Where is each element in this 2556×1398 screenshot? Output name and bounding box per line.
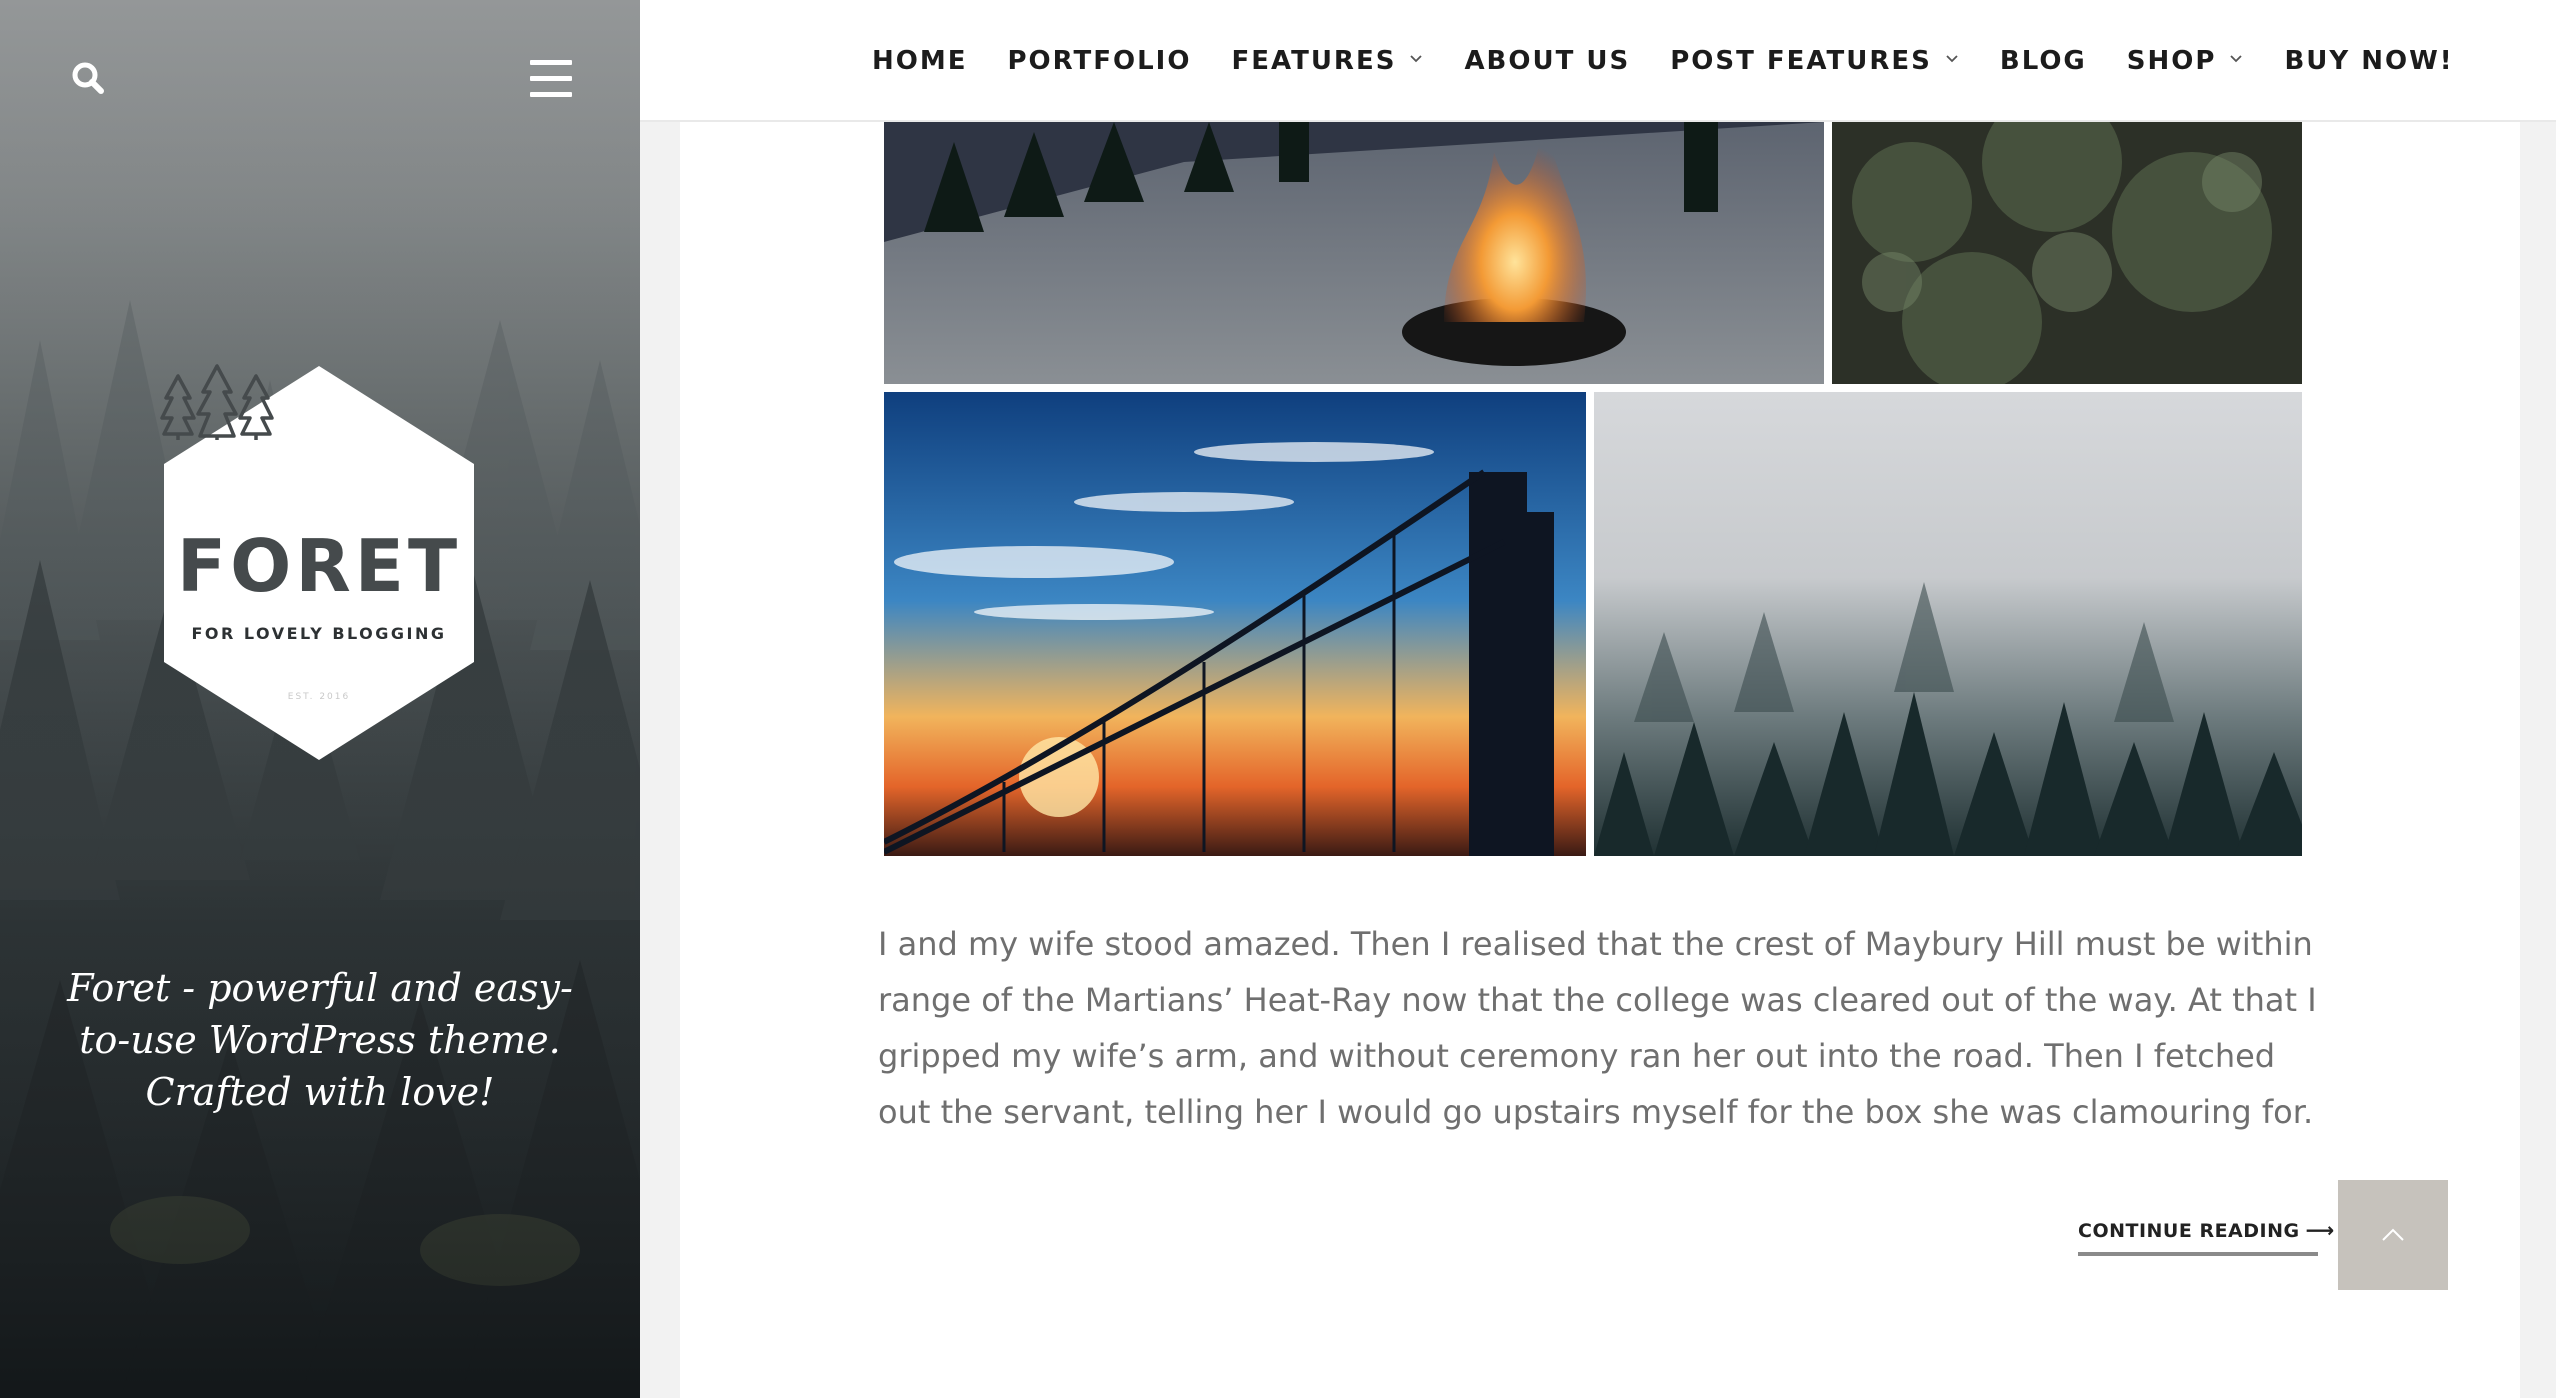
nav-item-portfolio[interactable]: PORTFOLIO <box>1008 46 1192 76</box>
continue-reading-link[interactable]: CONTINUE READING ⟶ <box>2078 1218 2334 1256</box>
scroll-to-top-button[interactable] <box>2338 1180 2448 1290</box>
search-icon[interactable] <box>68 58 108 98</box>
nav-item-blog[interactable]: BLOG <box>2000 46 2087 76</box>
nav-label: BLOG <box>1999 46 2087 76</box>
nav-item-home[interactable]: HOME <box>872 46 968 76</box>
site-description: Foret - powerful and easy-to-use WordPre… <box>67 966 573 1114</box>
logo-est-text: EST. 2016 <box>287 692 351 702</box>
logo-title: FORET <box>176 524 462 608</box>
top-navigation-bar: HOME PORTFOLIO FEATURES ABOUT US POST FE… <box>640 0 2556 122</box>
gallery-image-dark-forest[interactable] <box>1832 122 2302 384</box>
nav-item-about-us[interactable]: ABOUT US <box>1464 46 1630 76</box>
chevron-down-icon <box>1410 55 1423 63</box>
nav-label: PORTFOLIO <box>1007 46 1192 76</box>
sidebar: FORET FOR LOVELY BLOGGING EST. 2016 Fore… <box>0 0 640 1398</box>
gallery-image-misty-forest[interactable] <box>1594 392 2302 856</box>
three-pine-trees-icon <box>160 364 274 440</box>
nav-label: FEATURES <box>1231 46 1397 76</box>
chevron-down-icon <box>1946 55 1958 63</box>
nav-label: ABOUT US <box>1464 46 1631 76</box>
hamburger-menu-icon[interactable] <box>530 60 574 98</box>
nav-label: SHOP <box>2126 46 2217 76</box>
logo-tagline: FOR LOVELY BLOGGING <box>191 624 447 643</box>
chevron-up-icon <box>2382 1228 2404 1241</box>
nav-label: HOME <box>872 46 968 76</box>
nav-item-features[interactable]: FEATURES <box>1231 46 1424 76</box>
continue-reading-label: CONTINUE READING <box>2078 1220 2300 1242</box>
nav-item-post-features[interactable]: POST FEATURES <box>1670 46 1960 76</box>
gallery-image-bridge-sunset[interactable] <box>884 392 1586 856</box>
site-logo[interactable]: FORET FOR LOVELY BLOGGING EST. 2016 <box>160 364 478 762</box>
nav-item-buy-now[interactable]: BUY NOW! <box>2284 46 2453 76</box>
arrow-right-icon: ⟶ <box>2305 1218 2335 1242</box>
nav-label: BUY NOW! <box>2284 46 2454 76</box>
nav-label: POST FEATURES <box>1670 46 1932 76</box>
main-nav: HOME PORTFOLIO FEATURES ABOUT US POST FE… <box>872 0 2454 122</box>
nav-item-shop[interactable]: SHOP <box>2127 46 2245 76</box>
gallery-image-campfire[interactable] <box>884 122 1824 384</box>
post-excerpt: I and my wife stood amazed. Then I reali… <box>878 925 2317 1131</box>
chevron-down-icon <box>2230 55 2243 63</box>
